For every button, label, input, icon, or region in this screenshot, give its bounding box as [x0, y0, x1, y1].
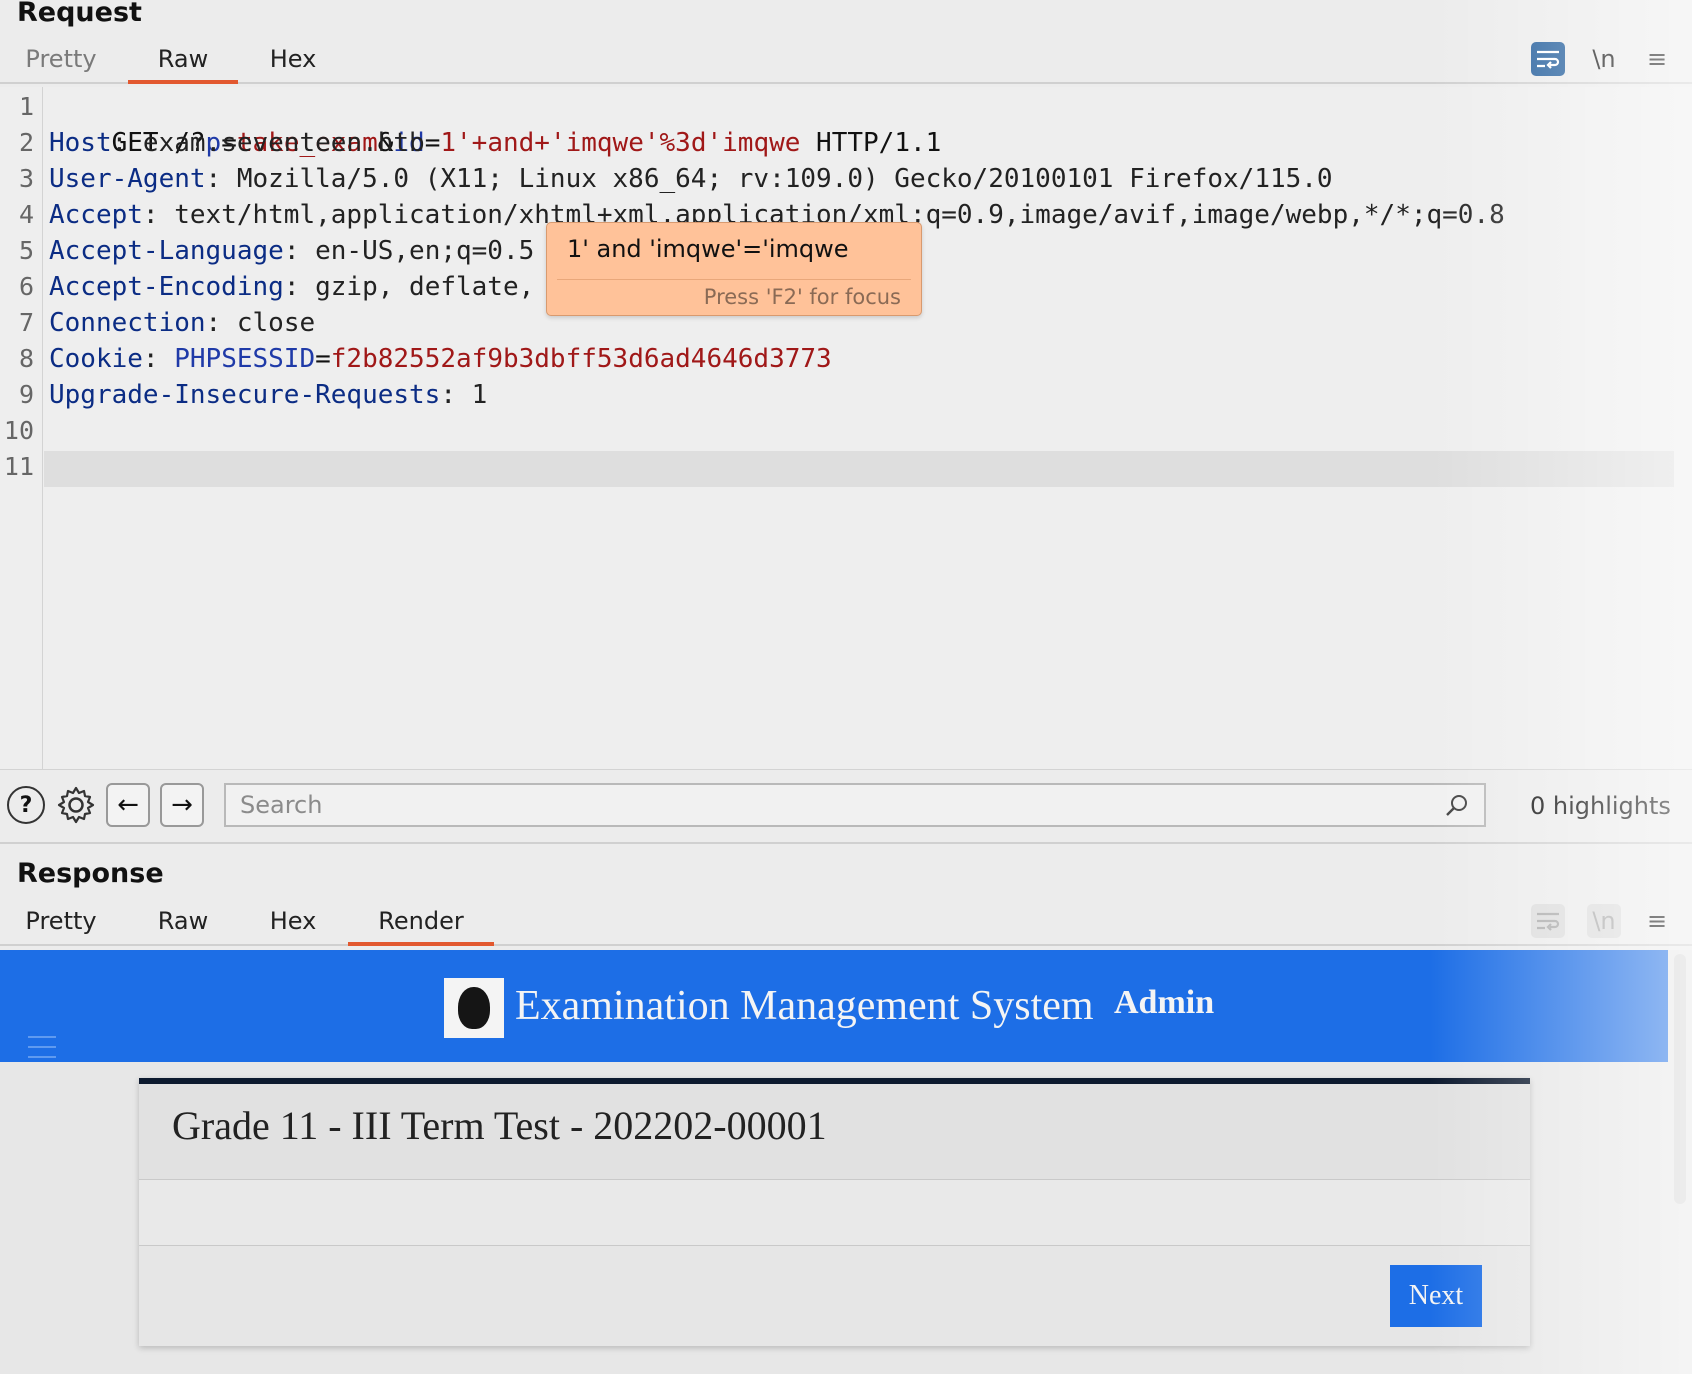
line-number: 6 — [18, 272, 34, 301]
header-value: : exam.seventeen.htb — [111, 128, 425, 158]
line-number: 10 — [3, 416, 34, 445]
card-header: Grade 11 - III Term Test - 202202-00001 — [139, 1084, 1530, 1180]
line-number: 8 — [18, 344, 34, 373]
back-arrow-icon[interactable]: ← — [106, 783, 150, 827]
header-name: Cookie — [49, 344, 143, 374]
next-button[interactable]: Next — [1390, 1265, 1482, 1327]
param-eq: = — [424, 128, 441, 158]
request-line-8: Cookie: PHPSESSID=f2b82552af9b3dbff53d6a… — [49, 341, 832, 377]
tooltip-text: 1' and 'imqwe'='imqwe — [567, 235, 849, 263]
cookie-value: f2b82552af9b3dbff53d6ad4646d3773 — [330, 344, 832, 374]
line-number: 5 — [18, 236, 34, 265]
rendered-response: Examination Management System Admin Grad… — [0, 950, 1692, 1374]
cookie-eq: = — [315, 344, 331, 374]
response-tabs: Pretty Raw Hex Render \n ≡ — [0, 896, 1692, 946]
tab-pretty[interactable]: Pretty — [20, 34, 102, 84]
decoded-value-tooltip: 1' and 'imqwe'='imqwe Press 'F2' for foc… — [546, 222, 922, 316]
menu-icon[interactable]: ≡ — [1640, 42, 1674, 76]
highlights-count: 0 highlights — [1530, 792, 1671, 820]
search-icon[interactable] — [1445, 794, 1469, 818]
header-value: : 1 — [440, 380, 488, 410]
line-number: 3 — [18, 164, 34, 193]
logo-face-icon — [458, 987, 490, 1029]
tooltip-hint: Press 'F2' for focus — [703, 285, 901, 309]
tab-raw[interactable]: Raw — [128, 896, 238, 946]
header-name: Connection — [49, 308, 206, 338]
request-tabs: Pretty Raw Hex \n ≡ — [0, 34, 1692, 84]
newline-toggle-icon[interactable]: \n — [1587, 904, 1621, 938]
request-line-7: Connection: close — [49, 305, 315, 341]
forward-arrow-icon[interactable]: → — [160, 783, 204, 827]
site-header: Examination Management System Admin — [0, 950, 1668, 1062]
line-number: 1 — [18, 92, 34, 121]
tab-raw[interactable]: Raw — [128, 34, 238, 84]
header-name: Accept — [49, 200, 143, 230]
tab-hex[interactable]: Hex — [258, 896, 328, 946]
search-input[interactable] — [224, 783, 1486, 827]
tooltip-divider — [557, 279, 911, 280]
request-line-9: Upgrade-Insecure-Requests: 1 — [49, 377, 487, 413]
exam-card: Grade 11 - III Term Test - 202202-00001 … — [139, 1078, 1530, 1346]
header-value: : close — [205, 308, 316, 338]
header-value: : Mozilla/5.0 (X11; Linux x86_64; rv:109… — [205, 164, 1333, 194]
site-logo — [444, 978, 504, 1038]
request-line-2: Host: exam.seventeen.htb — [49, 125, 425, 161]
hamburger-menu-icon[interactable] — [28, 1036, 56, 1058]
request-line-3: User-Agent: Mozilla/5.0 (X11; Linux x86_… — [49, 161, 1333, 197]
admin-link[interactable]: Admin — [1114, 984, 1214, 1022]
header-name: Host — [49, 128, 112, 158]
request-title: Request — [17, 0, 142, 28]
request-editor[interactable]: 1 2 3 4 5 6 7 8 9 10 11 GET /?p=take_exa… — [0, 87, 1692, 769]
menu-icon[interactable]: ≡ — [1640, 904, 1674, 938]
exam-title: Grade 11 - III Term Test - 202202-00001 — [172, 1103, 827, 1148]
request-line-6: Accept-Encoding: gzip, deflate, br — [49, 269, 581, 305]
request-line-1: GET /?p=take_exam&id=1'+and+'imqwe'%3d'i… — [49, 89, 942, 158]
scrollbar[interactable] — [1674, 954, 1686, 1204]
header-name: Accept-Encoding — [49, 272, 284, 302]
line-number: 2 — [18, 128, 34, 157]
header-value: : en-US,en;q=0.5 — [283, 236, 535, 266]
header-value: : gzip, deflate, br — [283, 272, 582, 302]
line-number: 4 — [18, 200, 34, 229]
http-version: HTTP/1.1 — [800, 128, 942, 158]
header-name: Accept-Language — [49, 236, 284, 266]
tab-pretty[interactable]: Pretty — [20, 896, 102, 946]
gear-icon[interactable] — [55, 784, 97, 826]
request-line-5: Accept-Language: en-US,en;q=0.5 — [49, 233, 534, 269]
line-number: 7 — [18, 308, 34, 337]
help-icon[interactable]: ? — [7, 786, 45, 824]
card-body — [139, 1180, 1530, 1246]
wrap-lines-icon[interactable] — [1531, 904, 1565, 938]
line-number: 11 — [3, 452, 34, 481]
current-line-highlight — [44, 451, 1674, 487]
header-name: User-Agent — [49, 164, 206, 194]
tab-render[interactable]: Render — [348, 896, 494, 946]
param-value: 1'+and+'imqwe'%3d'imqwe — [440, 128, 801, 158]
header-name: Upgrade-Insecure-Requests — [49, 380, 441, 410]
wrap-lines-icon[interactable] — [1531, 42, 1565, 76]
search-bar: ? ← → 0 highlights — [0, 769, 1692, 844]
tab-hex[interactable]: Hex — [258, 34, 328, 84]
response-title: Response — [17, 858, 164, 889]
line-number: 9 — [18, 380, 34, 409]
cookie-name: PHPSESSID — [174, 344, 316, 374]
newline-toggle-icon[interactable]: \n — [1587, 42, 1621, 76]
header-sep: : — [142, 344, 175, 374]
site-title[interactable]: Examination Management System — [515, 982, 1094, 1030]
